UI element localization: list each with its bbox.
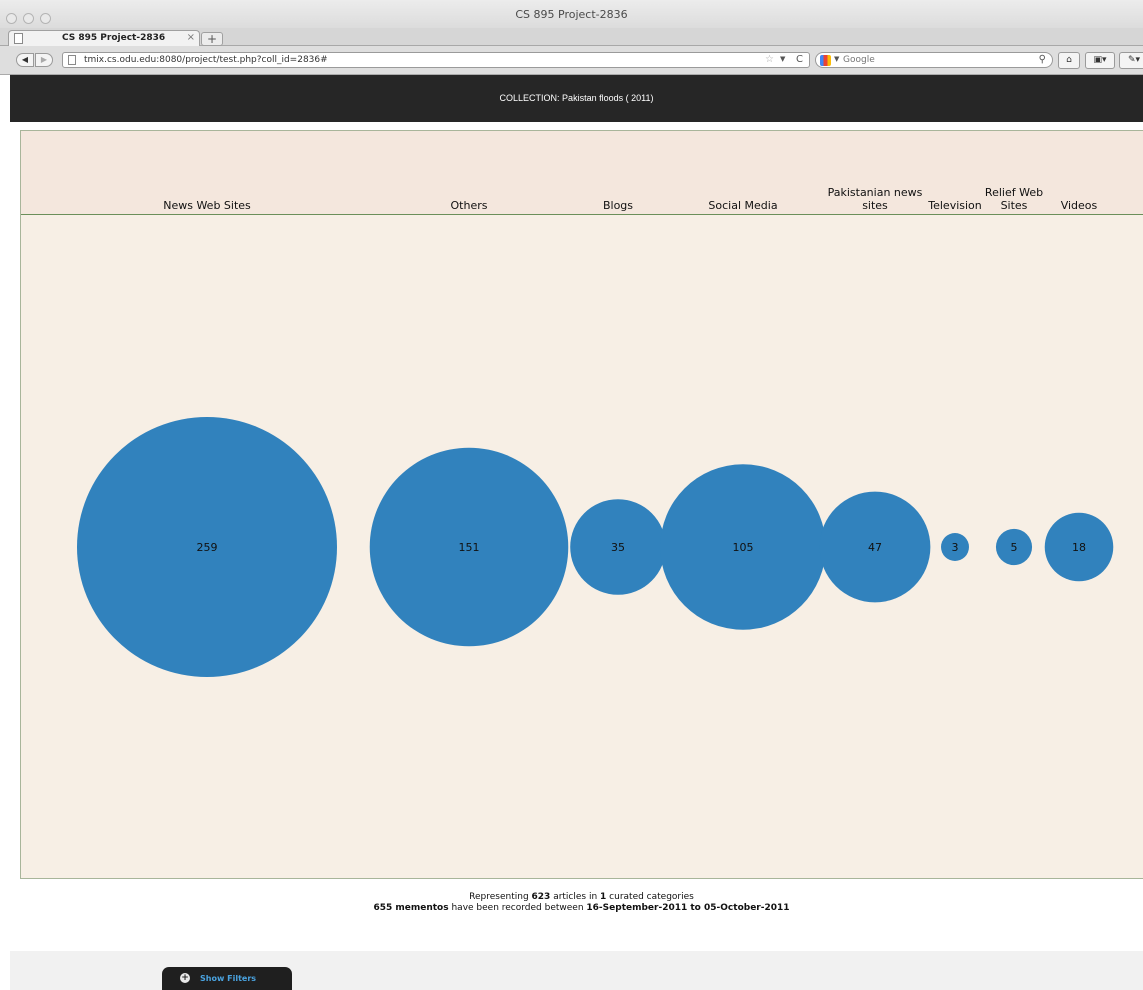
collection-title: COLLECTION: Pakistan floods ( 2011)	[499, 93, 654, 103]
browser-window: CS 895 Project-2836 CS 895 Project-2836 …	[0, 0, 1143, 990]
toolbar-menu-button[interactable]: ▣▾	[1085, 52, 1115, 69]
bubble-chart: 259 151 35 105 47 3 5 18	[77, 417, 1114, 677]
forward-button[interactable]: ▶	[35, 53, 53, 67]
show-filters-label: Show Filters	[200, 974, 257, 983]
addon-button[interactable]: ✎▾	[1119, 52, 1143, 69]
navigation-toolbar: ◀ ▶ tmix.cs.odu.edu:8080/project/test.ph…	[0, 46, 1143, 75]
window-title: CS 895 Project-2836	[515, 8, 628, 21]
bubble-value-others: 151	[459, 541, 480, 554]
search-box[interactable]: ▼ ⚲	[815, 52, 1053, 68]
article-count: 623	[531, 892, 551, 902]
tab-strip: CS 895 Project-2836 × +	[0, 28, 1143, 47]
new-tab-button[interactable]: +	[201, 32, 223, 46]
url-text[interactable]: tmix.cs.odu.edu:8080/project/test.php?co…	[84, 55, 328, 65]
plus-icon: +	[180, 973, 190, 983]
summary-line-mementos: 655 mementos have been recorded between …	[373, 903, 790, 913]
page-icon	[68, 55, 76, 65]
summary-line-articles: Representing 623 articles in 1 curated c…	[469, 892, 694, 902]
tab-label: CS 895 Project-2836	[62, 33, 166, 43]
window-icon: ▣▾	[1093, 55, 1107, 65]
bubble-value-relief-web-sites: 5	[1011, 541, 1018, 554]
window-titlebar: CS 895 Project-2836	[0, 0, 1143, 28]
show-filters-button[interactable]: + Show Filters	[162, 967, 292, 990]
back-arrow-icon: ◀	[21, 55, 29, 64]
bubble-value-blogs: 35	[611, 541, 625, 554]
address-bar[interactable]: tmix.cs.odu.edu:8080/project/test.php?co…	[62, 52, 810, 68]
bubble-value-pakistanian-news-sites: 47	[868, 541, 882, 554]
reload-icon[interactable]: C	[796, 54, 803, 65]
search-icon[interactable]: ⚲	[1039, 54, 1046, 65]
search-engine-dropdown-icon[interactable]: ▼	[834, 55, 839, 63]
page-icon	[14, 33, 23, 44]
search-input[interactable]	[843, 54, 1023, 66]
start-date: 16-September-2011	[586, 903, 688, 913]
home-button[interactable]: ⌂	[1058, 52, 1080, 69]
bubble-value-videos: 18	[1072, 541, 1086, 554]
memento-count: 655 mementos	[373, 903, 449, 913]
bubble-value-news-web-sites: 259	[197, 541, 218, 554]
close-tab-icon[interactable]: ×	[187, 32, 195, 43]
pencil-icon: ✎▾	[1127, 55, 1141, 65]
category-visualization: News Web Sites Others Blogs Social Media Pak…	[20, 130, 1143, 879]
browser-tab[interactable]: CS 895 Project-2836 ×	[8, 30, 200, 47]
end-date: 05-October-2011	[704, 903, 790, 913]
google-icon[interactable]	[820, 55, 831, 66]
collection-summary: Representing 623 articles in 1 curated c…	[0, 892, 1143, 914]
collection-title-bar: COLLECTION: Pakistan floods ( 2011)	[10, 75, 1143, 122]
history-dropdown-icon[interactable]: ▼	[780, 55, 785, 63]
bubble-value-television: 3	[952, 541, 959, 554]
bubble-value-social-media: 105	[733, 541, 754, 554]
bookmark-star-icon[interactable]: ☆	[765, 54, 774, 65]
back-button[interactable]: ◀	[16, 53, 34, 67]
home-icon: ⌂	[1066, 55, 1072, 65]
forward-arrow-icon: ▶	[40, 55, 48, 64]
filters-bar: + Show Filters	[10, 951, 1143, 990]
